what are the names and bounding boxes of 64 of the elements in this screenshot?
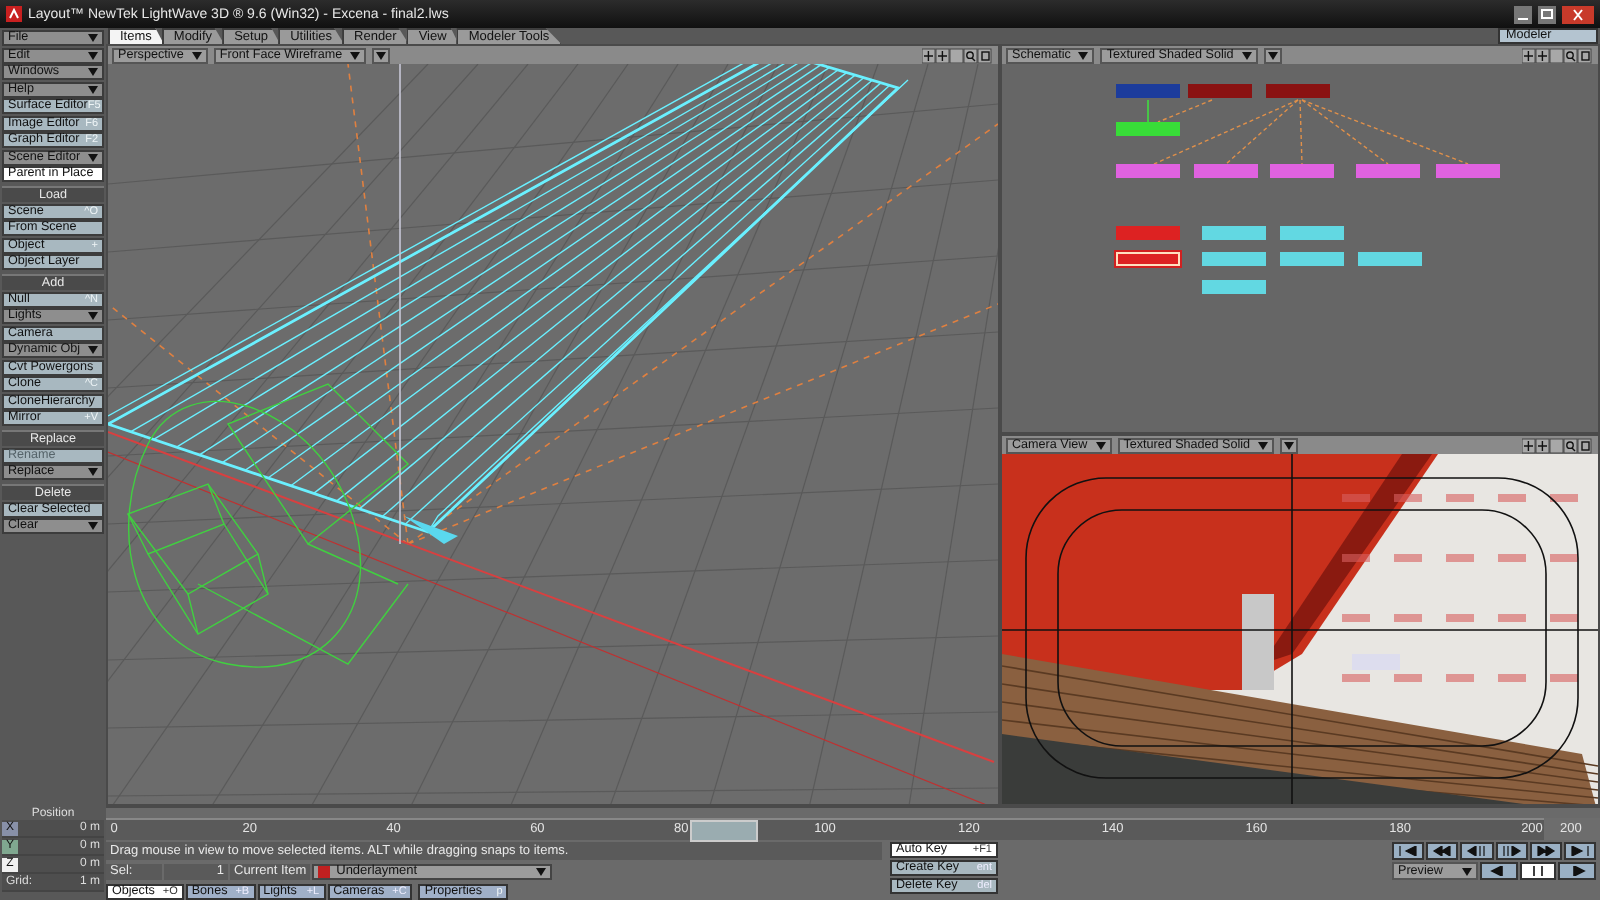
view-controls-icon[interactable]	[1522, 47, 1594, 63]
caret-icon	[88, 153, 98, 161]
schematic-node[interactable]	[1194, 164, 1258, 178]
schematic-node[interactable]	[1202, 252, 1266, 266]
transport-icon	[1466, 846, 1487, 856]
transport-icon	[1501, 846, 1522, 856]
schematic-node[interactable]	[1116, 84, 1180, 98]
schematic-node[interactable]	[1116, 164, 1180, 178]
schematic-node[interactable]	[1358, 252, 1422, 266]
schematic-node[interactable]	[1116, 252, 1180, 266]
options-button[interactable]	[1280, 437, 1299, 453]
schematic-node[interactable]	[1116, 122, 1180, 136]
caret-icon	[1258, 441, 1269, 449]
options-button[interactable]	[372, 47, 391, 63]
caret-icon	[191, 51, 202, 59]
schematic-node[interactable]	[1356, 164, 1420, 178]
play-control-button[interactable]	[1519, 862, 1557, 880]
playback-button[interactable]	[1392, 842, 1425, 860]
caret-icon	[536, 867, 547, 875]
transport-icon	[1527, 866, 1548, 876]
app-logo-icon	[6, 6, 22, 22]
caret-icon	[1095, 441, 1106, 449]
playback-button[interactable]	[1426, 842, 1459, 860]
view-controls-icon[interactable]	[1522, 437, 1594, 453]
caret-icon	[1461, 867, 1472, 875]
caret-icon	[1241, 51, 1252, 59]
schematic-node[interactable]	[1270, 164, 1334, 178]
timeline-slider-thumb[interactable]	[690, 820, 759, 842]
schematic-node[interactable]	[1202, 226, 1266, 240]
schematic-node[interactable]	[1266, 84, 1330, 98]
transport-icon	[1398, 846, 1419, 856]
playback-button[interactable]	[1495, 842, 1528, 860]
transport-icon	[1569, 846, 1590, 856]
schematic-node[interactable]	[1280, 226, 1344, 240]
caret-icon	[88, 522, 98, 530]
caret-icon	[350, 51, 361, 59]
caret-icon	[88, 312, 98, 320]
schematic-node[interactable]	[1436, 164, 1500, 178]
play-control-button[interactable]	[1558, 862, 1597, 880]
close-button[interactable]	[1562, 5, 1594, 23]
options-button[interactable]	[1263, 47, 1282, 63]
playback-button[interactable]	[1529, 842, 1562, 860]
maximize-button[interactable]	[1538, 5, 1556, 23]
caret-icon	[1078, 51, 1089, 59]
play-control-button[interactable]	[1479, 862, 1518, 880]
playback-button[interactable]	[1460, 842, 1494, 860]
view-controls-icon[interactable]	[922, 47, 994, 63]
minimize-button[interactable]	[1514, 5, 1532, 23]
caret-icon	[1284, 441, 1295, 449]
schematic-node[interactable]	[1116, 226, 1180, 240]
transport-icon	[1567, 866, 1588, 876]
caret-icon	[88, 468, 98, 476]
caret-icon	[376, 51, 387, 59]
playback-button[interactable]	[1563, 842, 1597, 860]
transport-icon	[1432, 846, 1453, 856]
transport-icon	[1535, 846, 1556, 856]
cube-icon	[318, 865, 331, 877]
schematic-node[interactable]	[1202, 280, 1266, 294]
connector-line	[1147, 99, 1149, 123]
caret-icon	[1267, 51, 1278, 59]
schematic-node[interactable]	[1188, 84, 1252, 98]
transport-icon	[1488, 866, 1509, 876]
caret-icon	[88, 346, 98, 354]
schematic-node[interactable]	[1280, 252, 1344, 266]
